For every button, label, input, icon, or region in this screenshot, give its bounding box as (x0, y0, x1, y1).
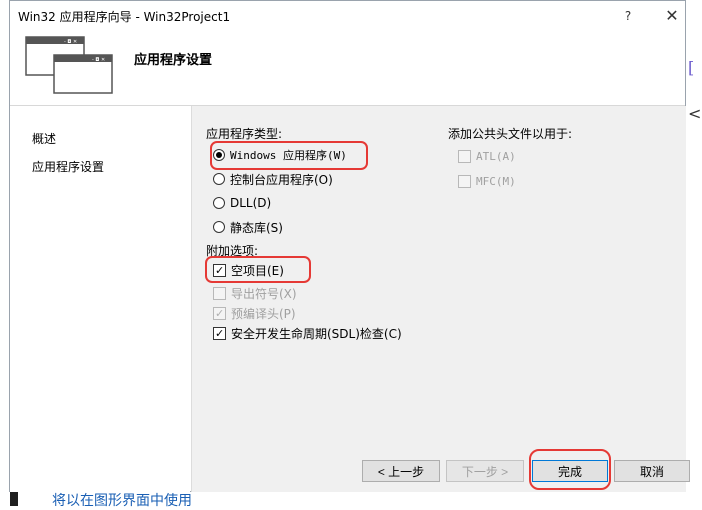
radio-indicator[interactable] (213, 173, 225, 185)
radio-windows-app[interactable]: Windows 应用程序(W) (213, 146, 347, 164)
option-label: Windows 应用程序(W) (230, 149, 347, 162)
checkbox-sdl-checks[interactable]: 安全开发生命周期(SDL)检查(C) (213, 324, 402, 342)
option-label: ATL(A) (476, 149, 516, 163)
app-type-label: 应用程序类型: (206, 127, 283, 141)
option-label: MFC(M) (476, 174, 516, 188)
wizard-nav: 概述 应用程序设置 (10, 106, 190, 492)
cancel-button[interactable]: 取消 (614, 460, 690, 482)
background-app-right-edge: [ < (686, 0, 702, 506)
wizard-dialog: Win32 应用程序向导 - Win32Project1 ? ✕ - ◘ ✕ -… (9, 0, 690, 492)
option-label: 导出符号(X) (231, 286, 297, 301)
windows-app-icon: - ◘ ✕ - ◘ ✕ (25, 36, 113, 94)
additional-options-label: 附加选项: (206, 244, 259, 258)
checkbox-export-symbols: 导出符号(X) (213, 284, 297, 302)
background-text: 将以在图形界面中使用 (52, 493, 192, 509)
option-label: DLL(D) (230, 196, 272, 210)
checkbox-atl: ATL(A) (458, 147, 516, 165)
radio-indicator[interactable] (213, 149, 225, 161)
title-bar[interactable]: Win32 应用程序向导 - Win32Project1 ? ✕ (10, 1, 685, 31)
checkbox-indicator (458, 174, 471, 188)
settings-panel: 应用程序类型: Windows 应用程序(W) 控制台应用程序(O) DLL(D… (191, 106, 690, 492)
nav-item-overview[interactable]: 概述 (32, 130, 56, 147)
checkbox-mfc: MFC(M) (458, 172, 516, 190)
option-label: 静态库(S) (230, 220, 283, 235)
background-app-bottom-edge: 将以在图形界面中使用 (0, 492, 702, 509)
option-label: 预编译头(P) (231, 306, 296, 321)
finish-button[interactable]: 完成 (532, 460, 608, 482)
checkbox-precompiled-header: 预编译头(P) (213, 304, 296, 322)
wizard-header: - ◘ ✕ - ◘ ✕ 应用程序设置 (10, 31, 685, 105)
next-button[interactable]: 下一步 > (446, 460, 524, 482)
checkbox-indicator (213, 286, 226, 300)
radio-indicator[interactable] (213, 197, 225, 209)
option-label: 安全开发生命周期(SDL)检查(C) (231, 326, 402, 341)
option-label: 控制台应用程序(O) (230, 172, 333, 187)
radio-indicator[interactable] (213, 221, 225, 233)
checkbox-indicator[interactable] (213, 326, 226, 340)
background-glyph: [ (688, 58, 695, 77)
svg-text:- ◘ ✕: - ◘ ✕ (92, 57, 105, 63)
checkbox-indicator[interactable] (213, 263, 226, 277)
background-panel (10, 492, 18, 506)
radio-dll[interactable]: DLL(D) (213, 194, 271, 212)
background-glyph: < (688, 104, 702, 123)
window-title: Win32 应用程序向导 - Win32Project1 (18, 10, 231, 24)
svg-text:- ◘ ✕: - ◘ ✕ (64, 39, 77, 45)
nav-item-app-settings[interactable]: 应用程序设置 (32, 158, 104, 175)
common-headers-label: 添加公共头文件以用于: (448, 127, 573, 141)
checkbox-indicator (213, 306, 226, 320)
checkbox-empty-project[interactable]: 空项目(E) (213, 261, 284, 279)
option-label: 空项目(E) (231, 263, 284, 278)
radio-static-lib[interactable]: 静态库(S) (213, 218, 283, 236)
prev-button[interactable]: < 上一步 (362, 460, 440, 482)
help-button[interactable]: ? (614, 5, 642, 27)
radio-console-app[interactable]: 控制台应用程序(O) (213, 170, 333, 188)
page-title: 应用程序设置 (134, 53, 213, 68)
checkbox-indicator (458, 149, 471, 163)
close-button[interactable]: ✕ (658, 5, 686, 27)
